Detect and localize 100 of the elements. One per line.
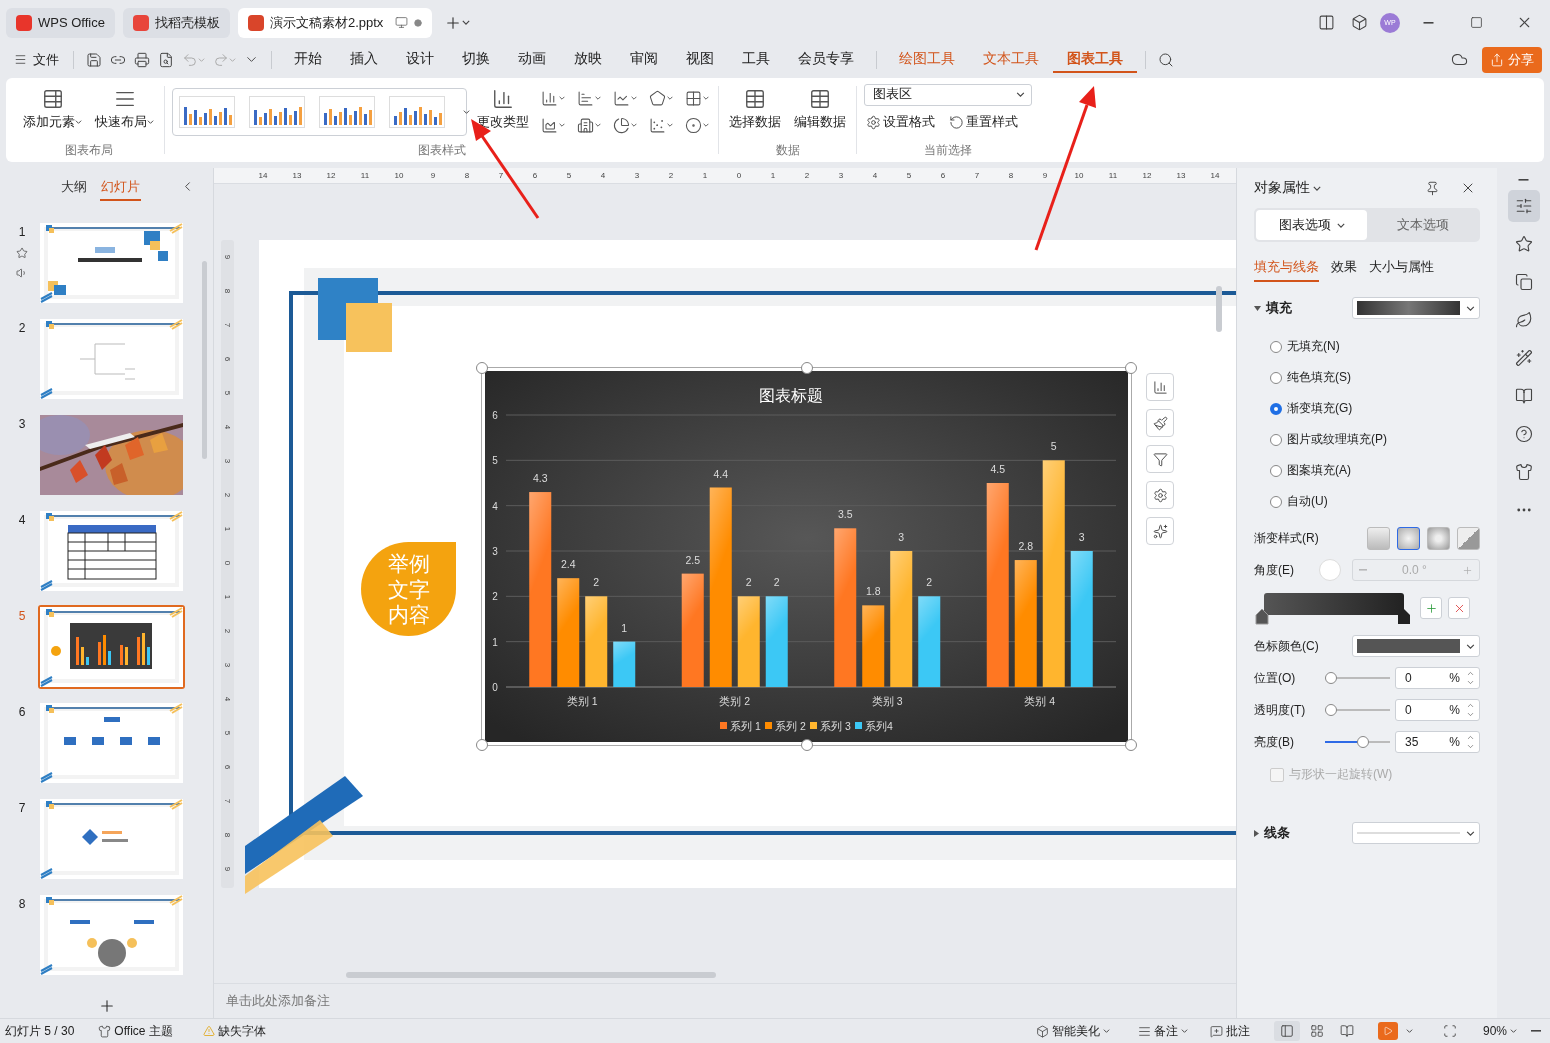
ruler-label: 8 — [1007, 170, 1015, 183]
data-label: 3 — [898, 531, 905, 544]
field-label: 位置(O) — [1254, 669, 1296, 687]
slide-number: 6 — [18, 705, 26, 720]
panel-title[interactable]: 对象属性 — [1254, 179, 1409, 198]
ruler-label: 5 — [222, 389, 233, 398]
beautify-button[interactable]: 智能美化 — [1029, 1022, 1116, 1040]
menu-tab[interactable]: 文本工具 — [969, 46, 1053, 74]
menu-tab[interactable]: 审阅 — [616, 46, 672, 74]
ruler-label: 5 — [565, 170, 573, 183]
notes-placeholder[interactable]: 单击此处添加备注 — [226, 992, 330, 1011]
add-element-button[interactable]: 添加元素 — [20, 83, 85, 135]
data-label: 1 — [621, 621, 628, 634]
zoom-level-button[interactable]: 90% — [1476, 1024, 1523, 1039]
slide-number: 8 — [18, 897, 26, 912]
ruler-label: 1 — [701, 170, 709, 183]
number-field[interactable]: 0 % — [1395, 667, 1480, 690]
edit-data-button[interactable]: 编辑数据 — [791, 83, 849, 135]
menu-tab[interactable]: 放映 — [560, 46, 616, 74]
property-tab[interactable]: 效果 — [1331, 259, 1357, 283]
menu-tab[interactable]: 会员专享 — [784, 46, 868, 74]
quick-layout-button[interactable]: 快速布局 — [92, 83, 157, 135]
menu-tab[interactable]: 切换 — [448, 46, 504, 74]
menu-tab[interactable]: 绘图工具 — [885, 46, 969, 74]
ruler-label: 8 — [222, 287, 233, 296]
ruler-label: 8 — [463, 170, 471, 183]
fill-option[interactable]: 图片或纹理填充(P) — [1270, 431, 1480, 449]
missing-font-button[interactable]: 缺失字体 — [196, 1022, 272, 1040]
fill-option[interactable]: 自动(U) — [1270, 493, 1480, 511]
notes-button[interactable]: 备注 — [1131, 1022, 1194, 1040]
reset-style-button[interactable]: 重置样式 — [947, 111, 1020, 133]
ruler-label: 3 — [222, 661, 233, 670]
menu-tab[interactable]: 动画 — [504, 46, 560, 74]
menu-tab[interactable]: 设计 — [392, 46, 448, 74]
comments-button[interactable]: 批注 — [1203, 1022, 1256, 1040]
ruler-label: 10 — [1073, 170, 1085, 183]
ruler-label: 14 — [1209, 170, 1221, 183]
property-tab[interactable]: 大小与属性 — [1369, 259, 1434, 283]
element-dropdown[interactable]: 图表区 — [864, 83, 1032, 106]
number-field[interactable]: 0 % — [1395, 699, 1480, 722]
ruler-label: 9 — [429, 170, 437, 183]
menu-tab[interactable]: 插入 — [336, 46, 392, 74]
ruler-label: 11 — [1107, 170, 1119, 183]
menu-tab[interactable]: 开始 — [280, 46, 336, 74]
fill-section-toggle[interactable]: 填充 — [1254, 299, 1292, 317]
data-label: 4.3 — [532, 472, 548, 485]
slide-number: 3 — [18, 417, 26, 432]
options-tab[interactable]: 图表选项 — [1256, 210, 1367, 241]
number-field[interactable]: 35 % — [1395, 731, 1480, 754]
menu-tab[interactable]: 工具 — [728, 46, 784, 74]
ruler-label: 9 — [222, 253, 233, 262]
ruler-label: 1 — [222, 525, 233, 534]
select-data-button[interactable]: 选择数据 — [726, 83, 784, 135]
ruler-label: 2 — [667, 170, 675, 183]
ruler-label: 7 — [222, 797, 233, 806]
data-label: 1.8 — [865, 585, 881, 598]
data-label: 2.8 — [1018, 540, 1034, 553]
field-label: 透明度(T) — [1254, 701, 1306, 719]
ruler-label: 14 — [257, 170, 269, 183]
slide-number: 5 — [18, 609, 26, 624]
group-label: 当前选择 — [924, 142, 972, 160]
ruler-label: 11 — [359, 170, 371, 183]
document-tab[interactable]: WPS Office — [6, 7, 115, 38]
fill-option[interactable]: 无填充(N) — [1270, 338, 1480, 356]
property-tab[interactable]: 填充与线条 — [1254, 259, 1319, 283]
ruler-label: 2 — [803, 170, 811, 183]
document-tab[interactable]: 找稻壳模板 — [122, 7, 230, 38]
ruler-label: 4 — [871, 170, 879, 183]
ruler-label: 10 — [393, 170, 405, 183]
theme-button[interactable]: Office 主题 — [92, 1022, 179, 1040]
ruler-label: 5 — [222, 729, 233, 738]
ruler-label: 4 — [222, 695, 233, 704]
panel-tab[interactable]: 幻灯片 — [100, 175, 141, 202]
ruler-label: 6 — [531, 170, 539, 183]
ruler-label: 2 — [222, 627, 233, 636]
ruler-label: 7 — [973, 170, 981, 183]
menu-tab[interactable]: 视图 — [672, 46, 728, 74]
fill-option[interactable]: 图案填充(A) — [1270, 462, 1480, 480]
ruler-label: 9 — [1041, 170, 1049, 183]
data-label: 3 — [1078, 531, 1085, 544]
line-section-toggle[interactable]: 线条 — [1254, 824, 1290, 842]
fill-option[interactable]: 纯色填充(S) — [1270, 369, 1480, 387]
ruler-label: 5 — [905, 170, 913, 183]
data-label: 2 — [745, 576, 752, 589]
ruler-label: 7 — [222, 321, 233, 330]
legend-label: 系列 3 — [820, 720, 851, 733]
fill-option[interactable]: 渐变填充(G) — [1270, 400, 1480, 418]
group-label: 图表布局 — [64, 142, 113, 160]
category-label: 类别 4 — [1024, 695, 1056, 708]
slide-counter: 幻灯片 5 / 30 — [5, 1022, 75, 1040]
ruler-label: 9 — [222, 865, 233, 874]
panel-tab[interactable]: 大纲 — [60, 175, 88, 202]
file-menu[interactable]: 文件 — [8, 47, 65, 72]
ruler-label: 1 — [222, 593, 233, 602]
document-tab[interactable]: 演示文稿素材2.pptx — [237, 7, 433, 38]
ruler-label: 6 — [222, 355, 233, 364]
options-tab[interactable]: 文本选项 — [1367, 210, 1478, 241]
axis-tick-label: 0 — [492, 682, 498, 694]
format-button[interactable]: 设置格式 — [864, 111, 937, 133]
ruler-label: 12 — [325, 170, 337, 183]
